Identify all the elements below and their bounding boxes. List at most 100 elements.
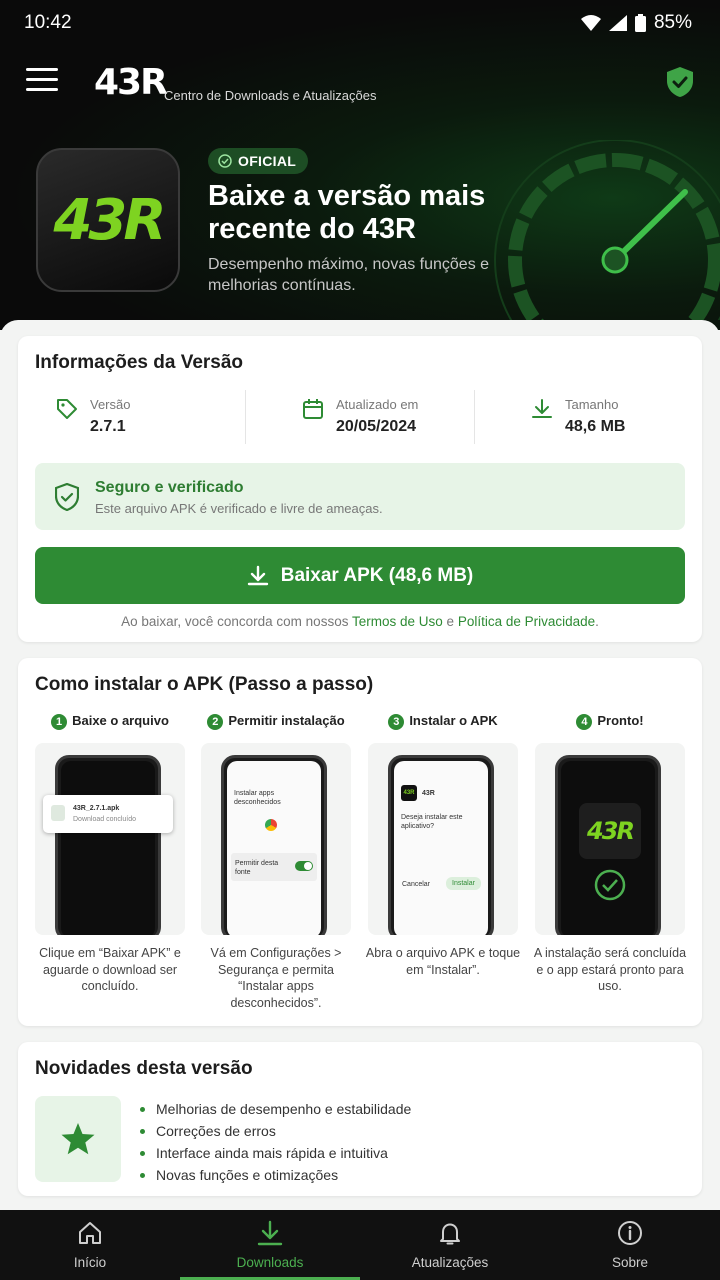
mock-install: Instalar xyxy=(446,877,481,890)
install-step-4: 4 Pronto! 43R A instalação será concluída… xyxy=(534,713,686,993)
mock-app-icon: 43R xyxy=(401,785,417,801)
privacy-link[interactable]: Política de Privacidade xyxy=(458,614,595,629)
step-number: 3 xyxy=(388,713,405,730)
step-title: Instalar o APK xyxy=(409,713,498,728)
official-badge: OFICIAL xyxy=(208,148,309,174)
menu-button[interactable] xyxy=(26,68,58,98)
step-caption: Vá em Configurações > Segurança e permit… xyxy=(210,946,342,1010)
step-caption: A instalação será concluída e o app esta… xyxy=(533,946,687,993)
install-guide-title: Como instalar o APK (Passo a passo) xyxy=(35,674,374,695)
bottom-navigation: Início Downloads Atualizações Sobre xyxy=(0,1210,720,1280)
status-bar: 10:42 85% xyxy=(0,0,720,44)
terms-prefix: Ao baixar, você concorda com nossos xyxy=(121,614,349,629)
wifi-icon xyxy=(580,15,601,31)
install-step-3: 3 Instalar o APK 43R 43R Deseja instalar … xyxy=(366,713,520,977)
terms-suffix: . xyxy=(595,614,599,629)
mock-app-name: 43R xyxy=(422,790,435,797)
step-number: 2 xyxy=(207,713,224,730)
nav-item-about[interactable]: Sobre xyxy=(540,1210,720,1280)
calendar-icon xyxy=(303,399,323,419)
stat-label: Tamanho xyxy=(565,397,619,412)
mock-allow-source: Permitir desta fonte xyxy=(235,860,279,876)
hero-description: Desempenho máximo, novas funções e melho… xyxy=(208,256,490,294)
whats-new-title: Novidades desta versão xyxy=(35,1058,253,1079)
version-info-title: Informações da Versão xyxy=(35,352,244,373)
battery-level: 85% xyxy=(653,12,692,33)
app-bar: 43R Centro de Downloads e Atualizações xyxy=(0,62,720,106)
list-item: Correções de erros xyxy=(140,1120,411,1142)
nav-label: Atualizações xyxy=(411,1255,489,1270)
file-icon xyxy=(51,805,65,821)
battery-icon xyxy=(634,14,646,32)
signal-icon xyxy=(608,15,627,31)
step-title: Baixe o arquivo xyxy=(72,713,169,728)
check-circle-icon xyxy=(218,154,232,168)
nav-item-updates[interactable]: Atualizações xyxy=(360,1210,540,1280)
tag-icon xyxy=(57,399,77,419)
brand-logo: 43R xyxy=(94,62,168,103)
stat-value: 20/05/2024 xyxy=(336,418,417,435)
download-icon xyxy=(532,399,552,418)
step-caption: Abra o arquivo APK e toque em “Instalar”… xyxy=(365,946,521,977)
mock-file-status: Download concluído xyxy=(73,816,137,823)
step-illustration: 43R 43R Deseja instalar este aplicativo?… xyxy=(368,743,518,935)
terms-and: e xyxy=(446,614,455,629)
list-item: Interface ainda mais rápida e intuitiva xyxy=(140,1142,411,1164)
list-item: Novas funções e otimizações xyxy=(140,1164,411,1186)
step-caption: Clique em “Baixar APK” e aguarde o downl… xyxy=(39,946,181,993)
download-apk-label: Baixar APK (48,6 MB) xyxy=(280,564,474,586)
terms-link[interactable]: Termos de Uso xyxy=(352,614,443,629)
mock-cancel: Cancelar xyxy=(402,881,431,888)
install-guide-card: Como instalar o APK (Passo a passo) 1 Bai… xyxy=(18,658,702,1026)
download-icon xyxy=(247,565,268,585)
home-icon xyxy=(79,1222,101,1244)
step-title: Permitir instalação xyxy=(228,713,345,728)
info-icon xyxy=(618,1221,642,1245)
download-notification: 43R_2.7.1.apk Download concluído xyxy=(43,795,173,833)
nav-label: Início xyxy=(73,1255,107,1270)
mock-done-logo: 43R xyxy=(579,803,641,859)
app-icon: 43R xyxy=(36,148,180,292)
toggle-switch xyxy=(295,861,313,871)
divider xyxy=(245,390,246,444)
nav-item-home[interactable]: Início xyxy=(0,1210,180,1280)
badge-label: OFICIAL xyxy=(238,153,297,169)
hero-title: Baixe a versão mais recente do 43R xyxy=(208,180,486,245)
list-item: Melhorias de desempenho e estabilidade xyxy=(140,1098,411,1120)
version-stats: Versão 2.7.1 Atualizado em 20/05/2024 Ta… xyxy=(18,388,702,444)
app-logo: 43R xyxy=(53,187,166,253)
mock-install-question: Deseja instalar este aplicativo? xyxy=(401,814,463,830)
check-circle-icon xyxy=(594,869,626,901)
mock-toggle-row: Permitir desta fonte xyxy=(231,853,317,881)
step-illustration: 43R xyxy=(535,743,685,935)
step-title: Pronto! xyxy=(597,713,644,728)
download-apk-button[interactable]: Baixar APK (48,6 MB) xyxy=(35,547,685,604)
nav-label: Downloads xyxy=(236,1255,304,1270)
brand-subtitle: Centro de Downloads e Atualizações xyxy=(164,88,377,103)
step-number: 4 xyxy=(576,713,593,730)
stat-label: Atualizado em xyxy=(336,397,419,412)
star-icon xyxy=(61,1123,95,1155)
stat-label: Versão xyxy=(90,397,131,412)
download-icon xyxy=(257,1220,283,1246)
mock-unknown-apps: Instalar apps desconhecidos xyxy=(234,790,281,806)
shield-check-icon[interactable] xyxy=(666,66,694,98)
install-step-1: 1 Baixe o arquivo 43R_2.7.1.apk Download … xyxy=(35,713,185,993)
step-number: 1 xyxy=(51,713,68,730)
install-step-2: 2 Permitir instalação Instalar apps desco… xyxy=(201,713,351,1010)
star-icon-box xyxy=(35,1096,121,1182)
whats-new-list: Melhorias de desempenho e estabilidade C… xyxy=(140,1098,411,1186)
mock-file-name: 43R_2.7.1.apk xyxy=(73,805,120,812)
browser-icon xyxy=(265,819,277,831)
nav-label: Sobre xyxy=(611,1255,649,1270)
nav-item-downloads[interactable]: Downloads xyxy=(180,1210,360,1280)
verified-banner: Seguro e verificado Este arquivo APK é v… xyxy=(35,463,685,530)
bell-icon xyxy=(440,1223,460,1245)
step-illustration: Instalar apps desconhecidos Permitir des… xyxy=(201,743,351,935)
status-time: 10:42 xyxy=(24,12,72,33)
divider xyxy=(474,390,475,444)
stat-value: 2.7.1 xyxy=(90,418,126,435)
terms-notice: Ao baixar, você concorda com nossos Term… xyxy=(18,614,702,629)
speedometer-icon xyxy=(494,140,720,320)
whats-new-card: Novidades desta versão Melhorias de dese… xyxy=(18,1042,702,1196)
